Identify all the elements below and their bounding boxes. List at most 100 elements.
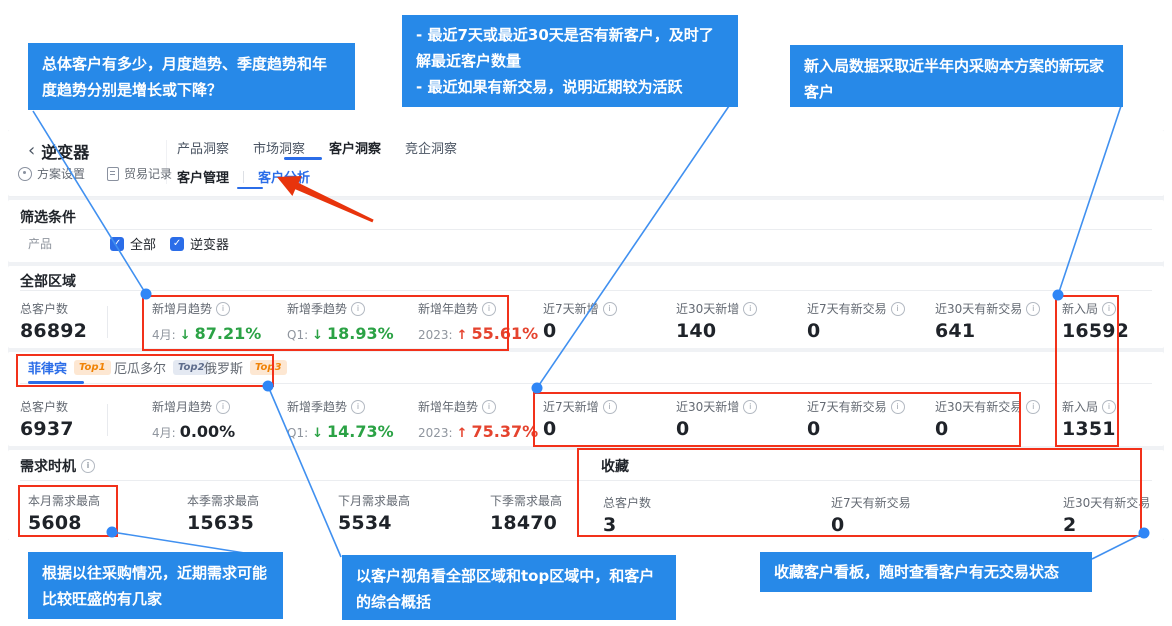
page-title: 逆变器 (41, 139, 89, 163)
active-country-underline (28, 381, 84, 384)
info-icon[interactable] (603, 400, 617, 414)
page-title-row: ‹ 逆变器 (28, 139, 89, 163)
trade-30d-stat: 近30天有新交易 0 (935, 398, 1040, 440)
callout-favorites: 收藏客户看板，随时查看客户有无交易状态 (760, 552, 1092, 592)
callout-demand: 根据以往采购情况，近期需求可能比较旺盛的有几家 (28, 552, 283, 619)
trade-records-button[interactable]: 贸易记录 (107, 165, 172, 182)
info-icon[interactable] (482, 400, 496, 414)
new-30d-stat: 近30天新增 140 (676, 300, 757, 342)
stat-separator (107, 306, 108, 338)
active-subtab-underline (237, 187, 263, 189)
active-tab-underline (284, 157, 322, 160)
favorites-trade-30d-stat: 近30天有新交易 2 (1063, 494, 1150, 536)
demand-next-month-stat: 下月需求最高 5534 (338, 492, 410, 534)
info-icon[interactable] (743, 400, 757, 414)
info-icon[interactable] (81, 459, 95, 473)
info-icon[interactable] (891, 302, 905, 316)
settings-icon (18, 167, 32, 181)
callout-recent-activity: - 最近7天或最近30天是否有新客户，及时了解最近客户数量 - 最近如果有新交易… (402, 15, 738, 107)
checkbox-checked-icon (170, 237, 184, 251)
trend-down-arrow-icon: ↓ (180, 328, 191, 343)
trade-records-label: 贸易记录 (124, 165, 172, 182)
monthly-trend-stat: 新增月趋势 4月:↓87.21% (152, 300, 261, 343)
sub-tabs: 客户管理 客户分析 (177, 167, 310, 186)
trade-7d-stat: 近7天有新交易 0 (807, 300, 905, 342)
product-filter-row: 产品 全部 逆变器 (28, 234, 229, 253)
page: ‹ 逆变器 方案设置 贸易记录 产品洞察 市场洞察 客户洞察 竞企洞察 客户管理… (0, 0, 1172, 626)
info-icon[interactable] (216, 302, 230, 316)
country-tab-philippines[interactable]: 菲律宾 Top1 (28, 358, 111, 377)
info-icon[interactable] (482, 302, 496, 316)
monthly-trend-stat: 新增月趋势 4月:0.00% (152, 398, 235, 441)
yearly-trend-stat: 新增年趋势 2023:↑75.37% (418, 398, 538, 441)
back-icon[interactable]: ‹ (28, 142, 35, 160)
trend-down-arrow-icon: ↓ (312, 328, 323, 343)
subtab-customer-management[interactable]: 客户管理 (177, 167, 229, 186)
tab-customer-insight[interactable]: 客户洞察 (329, 138, 381, 157)
info-icon[interactable] (1026, 302, 1040, 316)
top3-badge: Top3 (250, 360, 287, 375)
info-icon[interactable] (1102, 400, 1116, 414)
product-filter-label: 产品 (28, 235, 52, 252)
info-icon[interactable] (216, 400, 230, 414)
trade-30d-stat: 近30天有新交易 641 (935, 300, 1040, 342)
new-30d-stat: 近30天新增 0 (676, 398, 757, 440)
quarterly-trend-stat: 新增季趋势 Q1:↓18.93% (287, 300, 394, 343)
favorites-title: 收藏 (601, 456, 629, 476)
new-7d-stat: 近7天新增 0 (543, 300, 617, 342)
info-icon[interactable] (1026, 400, 1040, 414)
checkbox-inverter[interactable]: 逆变器 (170, 234, 229, 253)
callout-line: - 最近如果有新交易，说明近期较为活跃 (416, 74, 724, 100)
filter-title: 筛选条件 (20, 207, 76, 227)
total-customers-stat: 总客户数 6937 (20, 398, 74, 440)
yearly-trend-stat: 新增年趋势 2023:↑55.61% (418, 300, 538, 343)
info-icon[interactable] (603, 302, 617, 316)
plan-settings-button[interactable]: 方案设置 (18, 165, 85, 182)
trend-up-arrow-icon: ↑ (457, 328, 468, 343)
top1-badge: Top1 (74, 360, 111, 375)
newcomer-stat: 新入局 1351 (1062, 398, 1116, 440)
trend-down-arrow-icon: ↓ (312, 426, 323, 441)
trend-up-arrow-icon: ↑ (457, 426, 468, 441)
callout-line: - 最近7天或最近30天是否有新客户，及时了解最近客户数量 (416, 22, 724, 74)
main-tabs: 产品洞察 市场洞察 客户洞察 竞企洞察 (177, 138, 457, 157)
newcomer-stat: 新入局 16592 (1062, 300, 1129, 342)
all-region-divider (20, 290, 1152, 291)
stat-separator (107, 404, 108, 436)
country-tab-ecuador[interactable]: 厄瓜多尔 Top2 (114, 358, 210, 377)
plan-settings-label: 方案设置 (37, 165, 85, 182)
country-tab-russia[interactable]: 俄罗斯 Top3 (204, 358, 287, 377)
info-icon[interactable] (351, 302, 365, 316)
subtab-customer-analysis[interactable]: 客户分析 (258, 167, 310, 186)
filter-divider (20, 229, 1152, 230)
callout-newcomer: 新入局数据采取近半年内采购本方案的新玩家客户 (790, 45, 1123, 107)
document-icon (107, 167, 119, 181)
new-7d-stat: 近7天新增 0 (543, 398, 617, 440)
callout-overall-trend: 总体客户有多少，月度趋势、季度趋势和年度趋势分别是增长或下降？ (28, 43, 355, 110)
favorites-total-stat: 总客户数 3 (603, 494, 651, 536)
quarterly-trend-stat: 新增季趋势 Q1:↓14.73% (287, 398, 394, 441)
toolbar: 方案设置 贸易记录 (18, 165, 172, 182)
favorites-trade-7d-stat: 近7天有新交易 0 (831, 494, 911, 536)
checkbox-checked-icon (110, 237, 124, 251)
checkbox-all[interactable]: 全部 (110, 234, 156, 253)
subtab-separator (243, 171, 244, 183)
tab-competitor-insight[interactable]: 竞企洞察 (405, 138, 457, 157)
demand-next-quarter-stat: 下季需求最高 18470 (490, 492, 562, 534)
tab-product-insight[interactable]: 产品洞察 (177, 138, 229, 157)
demand-this-month-stat: 本月需求最高 5608 (28, 492, 100, 534)
info-icon[interactable] (1102, 302, 1116, 316)
demand-this-quarter-stat: 本季需求最高 15635 (187, 492, 259, 534)
total-customers-stat: 总客户数 86892 (20, 300, 87, 342)
demand-title: 需求时机 (20, 456, 95, 476)
all-region-title: 全部区域 (20, 271, 76, 291)
trade-7d-stat: 近7天有新交易 0 (807, 398, 905, 440)
tab-market-insight[interactable]: 市场洞察 (253, 138, 305, 157)
callout-customer-view: 以客户视角看全部区域和top区域中，和客户的综合概括 (342, 555, 676, 620)
country-tabs-divider (20, 383, 1152, 384)
bottom-card (8, 450, 1164, 540)
info-icon[interactable] (351, 400, 365, 414)
bottom-divider (20, 480, 1152, 481)
info-icon[interactable] (743, 302, 757, 316)
info-icon[interactable] (891, 400, 905, 414)
